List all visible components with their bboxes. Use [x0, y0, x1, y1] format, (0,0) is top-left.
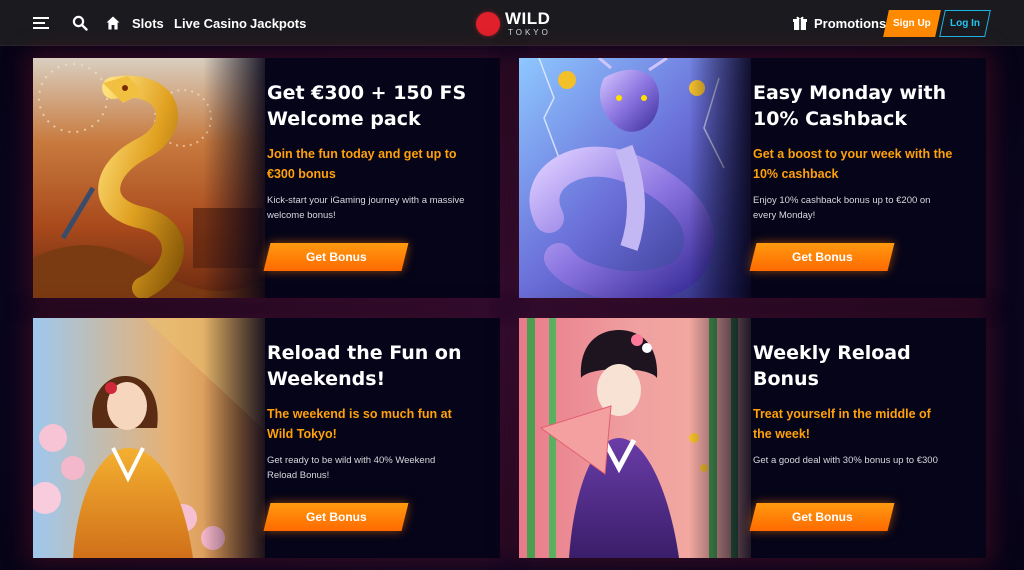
- nav-live-casino[interactable]: Live Casino: [174, 0, 247, 46]
- promotions-link[interactable]: Promotions: [792, 0, 886, 46]
- get-bonus-label: Get Bonus: [305, 510, 367, 524]
- promo-title: Get €300 + 150 FS Welcome pack: [267, 82, 467, 130]
- get-bonus-button[interactable]: Get Bonus: [263, 243, 409, 271]
- logo-tokyo-text: TOKYO: [508, 28, 551, 37]
- top-header: Slots Live Casino Jackpots WILD TOKYO Pr…: [0, 0, 1024, 46]
- promo-card-weekly-reload: Weekly Reload Bonus Treat yourself in th…: [519, 318, 986, 558]
- wild-tokyo-logo[interactable]: WILD TOKYO: [474, 8, 554, 40]
- image-fade-overlay: [689, 318, 759, 558]
- image-fade-overlay: [203, 318, 273, 558]
- promo-subtitle: Treat yourself in the middle of the week…: [753, 407, 931, 441]
- log-in-label: Log In: [950, 18, 980, 29]
- image-fade-overlay: [203, 58, 273, 298]
- gift-icon: [793, 16, 807, 30]
- nav-slots[interactable]: Slots: [132, 0, 164, 46]
- promo-description: Enjoy 10% cashback bonus up to €200 on e…: [753, 195, 931, 221]
- promo-title: Weekly Reload Bonus: [753, 342, 911, 390]
- get-bonus-button[interactable]: Get Bonus: [263, 503, 409, 531]
- image-fade-overlay: [689, 58, 759, 298]
- promotions-label: Promotions: [814, 15, 887, 31]
- sign-up-button[interactable]: Sign Up: [883, 10, 941, 37]
- nav-jackpots[interactable]: Jackpots: [250, 0, 306, 46]
- promo-description: Get ready to be wild with 40% Weekend Re…: [267, 455, 436, 481]
- get-bonus-button[interactable]: Get Bonus: [749, 503, 895, 531]
- get-bonus-label: Get Bonus: [791, 250, 853, 264]
- promo-card-cashback: Easy Monday with 10% Cashback Get a boos…: [519, 58, 986, 298]
- get-bonus-label: Get Bonus: [305, 250, 367, 264]
- promo-subtitle: Join the fun today and get up to €300 bo…: [267, 147, 457, 181]
- logo-wild-text: WILD: [505, 9, 551, 28]
- promo-title: Easy Monday with 10% Cashback: [753, 82, 947, 130]
- promo-description: Kick-start your iGaming journey with a m…: [267, 195, 465, 221]
- logo-red-circle: [476, 12, 500, 36]
- promo-subtitle: Get a boost to your week with the 10% ca…: [753, 147, 953, 181]
- promo-subtitle: The weekend is so much fun at Wild Tokyo…: [267, 407, 452, 441]
- log-in-button[interactable]: Log In: [939, 10, 991, 37]
- get-bonus-label: Get Bonus: [791, 510, 853, 524]
- hamburger-icon[interactable]: [30, 0, 56, 46]
- promo-card-weekend-reload: Reload the Fun on Weekends! The weekend …: [33, 318, 500, 558]
- search-icon[interactable]: [68, 0, 92, 46]
- promo-title: Reload the Fun on Weekends!: [267, 342, 462, 390]
- promo-card-welcome: Get €300 + 150 FS Welcome pack Join the …: [33, 58, 500, 298]
- promo-description: Get a good deal with 30% bonus up to €30…: [753, 455, 938, 466]
- home-icon[interactable]: [102, 0, 124, 46]
- sign-up-label: Sign Up: [893, 18, 931, 29]
- get-bonus-button[interactable]: Get Bonus: [749, 243, 895, 271]
